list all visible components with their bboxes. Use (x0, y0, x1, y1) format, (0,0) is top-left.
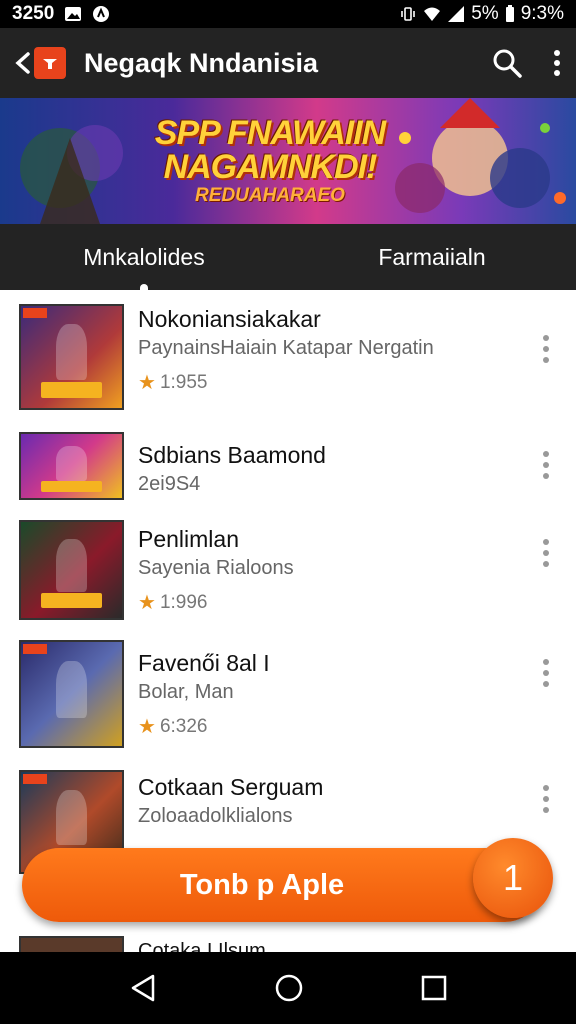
list-item[interactable]: Sdbians Baamond 2ei9S4 (0, 432, 576, 502)
signal-icon (448, 6, 465, 22)
item-subtitle: Bolar, Man (138, 681, 234, 703)
banner-headline-1: SPP FNAWAIIN (154, 114, 386, 152)
item-more-icon[interactable] (536, 334, 556, 364)
banner-headline-2: NAGAMNKDI! (163, 148, 378, 186)
list-item[interactable]: Penlimlan Sayenia Rialoons ★ 1:996 (0, 520, 576, 622)
wifi-icon (424, 7, 441, 21)
item-rating: ★ 6:326 (138, 715, 208, 739)
tab-second[interactable]: Farmaiialn (288, 224, 576, 290)
item-name: Nokoniansiakakar (138, 306, 321, 332)
app-thumbnail (19, 520, 124, 620)
item-more-icon[interactable] (536, 784, 556, 814)
battery-icon (505, 5, 514, 22)
status-time-right: 9:3% (520, 3, 564, 24)
list-item-partial[interactable]: Cotaka I Ilsum (0, 934, 576, 952)
item-rating: ★ 1:955 (138, 371, 208, 395)
item-more-icon[interactable] (536, 658, 556, 688)
item-name: Favenői 8al I (138, 650, 270, 676)
item-subtitle: 2ei9S4 (138, 473, 201, 495)
list-item[interactable]: Favenői 8al I Bolar, Man ★ 6:326 (0, 640, 576, 750)
item-more-icon[interactable] (536, 538, 556, 568)
status-time-left: 3250 (12, 3, 55, 24)
app-logo-icon (34, 47, 66, 79)
nav-home-icon[interactable] (274, 973, 304, 1003)
item-subtitle: Zoloaadolklialons (138, 805, 293, 827)
star-icon: ★ (138, 716, 156, 738)
banner-subline: REDUAHARAEO (195, 185, 345, 206)
app-thumbnail (19, 304, 124, 410)
more-vert-icon[interactable] (552, 49, 562, 77)
app-toolbar: Negaqk Nndanisia (0, 28, 576, 98)
status-bar: 3250 5% 9:3% (0, 0, 576, 28)
page-title: Negaqk Nndanisia (84, 47, 319, 78)
vibrate-icon (401, 7, 416, 21)
item-more-icon[interactable] (536, 450, 556, 480)
primary-action-button[interactable]: Tonb p Aple (22, 848, 542, 922)
list-item[interactable]: Nokoniansiakakar PaynainsHaiain Katapar … (0, 304, 576, 424)
item-rating: ★ 1:996 (138, 591, 208, 615)
nav-recents-icon[interactable] (421, 975, 447, 1001)
back-button[interactable] (14, 47, 66, 79)
app-thumbnail (19, 432, 124, 500)
app-notification-icon (93, 6, 110, 22)
star-icon: ★ (138, 592, 156, 614)
tab-bar: Mnkalolides Farmaiialn (0, 224, 576, 290)
item-subtitle: Sayenia Rialoons (138, 557, 294, 579)
nav-back-icon[interactable] (129, 973, 157, 1003)
item-subtitle: PaynainsHaiain Katapar Nergatin (138, 337, 434, 359)
item-name: Penlimlan (138, 526, 239, 552)
promo-banner[interactable]: SPP FNAWAIIN NAGAMNKDI! REDUAHARAEO (0, 98, 576, 224)
star-icon: ★ (138, 372, 156, 394)
gallery-notification-icon (65, 7, 82, 21)
back-arrow-icon (15, 52, 30, 74)
app-thumbnail (19, 936, 124, 952)
tab-first[interactable]: Mnkalolides (0, 224, 288, 290)
item-name: Cotaka I Ilsum (138, 940, 266, 952)
item-name: Sdbians Baamond (138, 442, 326, 468)
app-thumbnail (19, 640, 124, 748)
search-icon[interactable] (492, 48, 522, 78)
item-name: Cotkaan Serguam (138, 774, 324, 800)
battery-percent: 5% (471, 3, 499, 24)
system-nav-bar (0, 952, 576, 1024)
floating-action-button[interactable]: 1 (473, 838, 553, 918)
